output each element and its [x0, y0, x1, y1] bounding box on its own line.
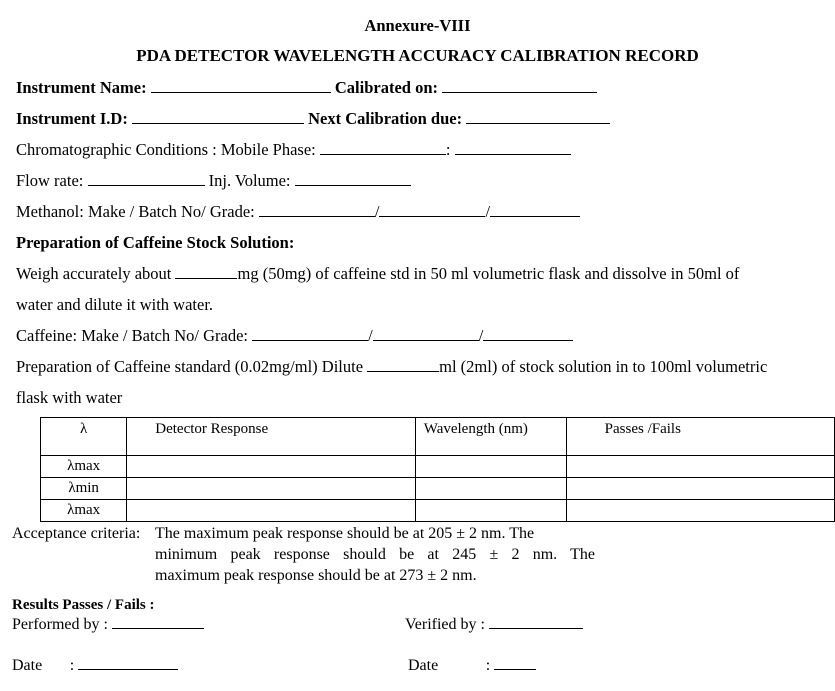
- weigh-line-2: water and dilute it with water.: [16, 295, 214, 314]
- table-row: λmin: [39, 477, 835, 500]
- methanol-make-field[interactable]: [258, 202, 375, 217]
- table-row: λmax: [39, 455, 835, 478]
- header-lambda: λ: [39, 417, 128, 456]
- inj-volume-label: Inj. Volume:: [208, 171, 291, 190]
- next-calibration-label: Next Calibration due:: [308, 109, 463, 128]
- weigh-row: Weigh accurately about mg (50mg) of caff…: [16, 264, 739, 284]
- lambda-cell: λmax: [39, 499, 128, 522]
- instrument-id-label: Instrument I.D:: [16, 109, 128, 128]
- standard-suffix: ml (2ml) of stock solution in to 100ml v…: [439, 357, 768, 376]
- detector-response-cell[interactable]: [126, 477, 416, 500]
- date-row-verified: Date :: [408, 655, 537, 676]
- performed-by-field[interactable]: [111, 614, 204, 629]
- acceptance-line-2: minimum peak response should be at 245 ±…: [155, 546, 595, 563]
- inj-volume-field[interactable]: [294, 171, 411, 186]
- acceptance-line-3: maximum peak response should be at 273 ±…: [155, 567, 477, 584]
- wavelength-cell[interactable]: [414, 477, 567, 500]
- standard-row: Preparation of Caffeine standard (0.02mg…: [16, 357, 767, 377]
- lambda-cell: λmin: [39, 477, 128, 500]
- date-label: Date: [12, 657, 43, 674]
- annexure-label: Annexure-VIII: [364, 16, 471, 35]
- caffeine-batch-field[interactable]: [372, 326, 479, 341]
- performed-date-field[interactable]: [78, 655, 179, 670]
- wavelength-cell[interactable]: [414, 499, 567, 522]
- weigh-prefix: Weigh accurately about: [16, 264, 172, 283]
- chromatographic-row: Chromatographic Conditions : Mobile Phas…: [16, 140, 571, 160]
- performed-by-label: Performed by :: [12, 616, 108, 633]
- passes-fails-cell[interactable]: [565, 477, 835, 500]
- caffeine-grade-field[interactable]: [483, 326, 574, 341]
- date-label: Date: [408, 657, 439, 674]
- instrument-name-field[interactable]: [150, 78, 331, 93]
- flow-rate-field[interactable]: [87, 171, 205, 186]
- mobile-phase-field-1[interactable]: [319, 140, 446, 155]
- chromatographic-label: Chromatographic Conditions : Mobile Phas…: [16, 140, 316, 159]
- methanol-label: Methanol: Make / Batch No/ Grade:: [16, 202, 255, 221]
- table-row: λmax: [39, 499, 835, 522]
- instrument-name-row: Instrument Name: Calibrated on:: [16, 78, 598, 98]
- detector-response-cell[interactable]: [126, 499, 416, 522]
- passes-fails-cell[interactable]: [565, 499, 835, 522]
- performed-by-row: Performed by :: [12, 614, 204, 635]
- calibrated-on-field[interactable]: [442, 78, 598, 93]
- mobile-phase-field-2[interactable]: [454, 140, 571, 155]
- caffeine-make-field[interactable]: [252, 326, 369, 341]
- date-colon: :: [69, 657, 75, 674]
- verified-by-row: Verified by :: [405, 614, 583, 635]
- acceptance-label: Acceptance criteria:: [12, 525, 141, 542]
- weigh-amount-field[interactable]: [175, 264, 238, 279]
- verified-by-label: Verified by :: [405, 616, 485, 633]
- results-table: λ Detector Response Wavelength (nm) Pass…: [39, 417, 835, 522]
- date-row-performed: Date :: [12, 655, 179, 676]
- header-wavelength: Wavelength (nm): [414, 417, 567, 456]
- standard-prefix: Preparation of Caffeine standard (0.02mg…: [16, 357, 364, 376]
- stock-solution-heading: Preparation of Caffeine Stock Solution:: [16, 233, 295, 252]
- caffeine-label: Caffeine: Make / Batch No/ Grade:: [16, 326, 248, 345]
- instrument-id-row: Instrument I.D: Next Calibration due:: [16, 109, 611, 129]
- next-calibration-field[interactable]: [466, 109, 611, 124]
- detector-response-cell[interactable]: [126, 455, 416, 478]
- flow-rate-row: Flow rate: Inj. Volume:: [16, 171, 411, 191]
- methanol-batch-field[interactable]: [379, 202, 486, 217]
- document-title: PDA DETECTOR WAVELENGTH ACCURACY CALIBRA…: [136, 46, 699, 65]
- dilute-amount-field[interactable]: [367, 357, 440, 372]
- colon-separator: :: [445, 140, 451, 159]
- results-label: Results Passes / Fails :: [12, 597, 155, 613]
- table-header-row: λ Detector Response Wavelength (nm) Pass…: [39, 417, 835, 456]
- weigh-suffix: mg (50mg) of caffeine std in 50 ml volum…: [237, 264, 740, 283]
- methanol-row: Methanol: Make / Batch No/ Grade: / /: [16, 202, 581, 222]
- verified-by-field[interactable]: [488, 614, 583, 629]
- standard-line-2: flask with water: [16, 388, 123, 407]
- acceptance-line-1: The maximum peak response should be at 2…: [155, 525, 535, 542]
- flow-rate-label: Flow rate:: [16, 171, 84, 190]
- lambda-cell: λmax: [39, 455, 128, 478]
- calibrated-on-label: Calibrated on:: [334, 78, 438, 97]
- wavelength-cell[interactable]: [414, 455, 567, 478]
- header-detector-response: Detector Response: [126, 417, 416, 456]
- passes-fails-cell[interactable]: [565, 455, 835, 478]
- caffeine-row: Caffeine: Make / Batch No/ Grade: / /: [16, 326, 574, 346]
- header-passes-fails: Passes /Fails: [565, 417, 835, 456]
- methanol-grade-field[interactable]: [490, 202, 581, 217]
- instrument-id-field[interactable]: [131, 109, 304, 124]
- date-colon: :: [485, 657, 491, 674]
- instrument-name-label: Instrument Name:: [16, 78, 147, 97]
- verified-date-field[interactable]: [494, 655, 537, 670]
